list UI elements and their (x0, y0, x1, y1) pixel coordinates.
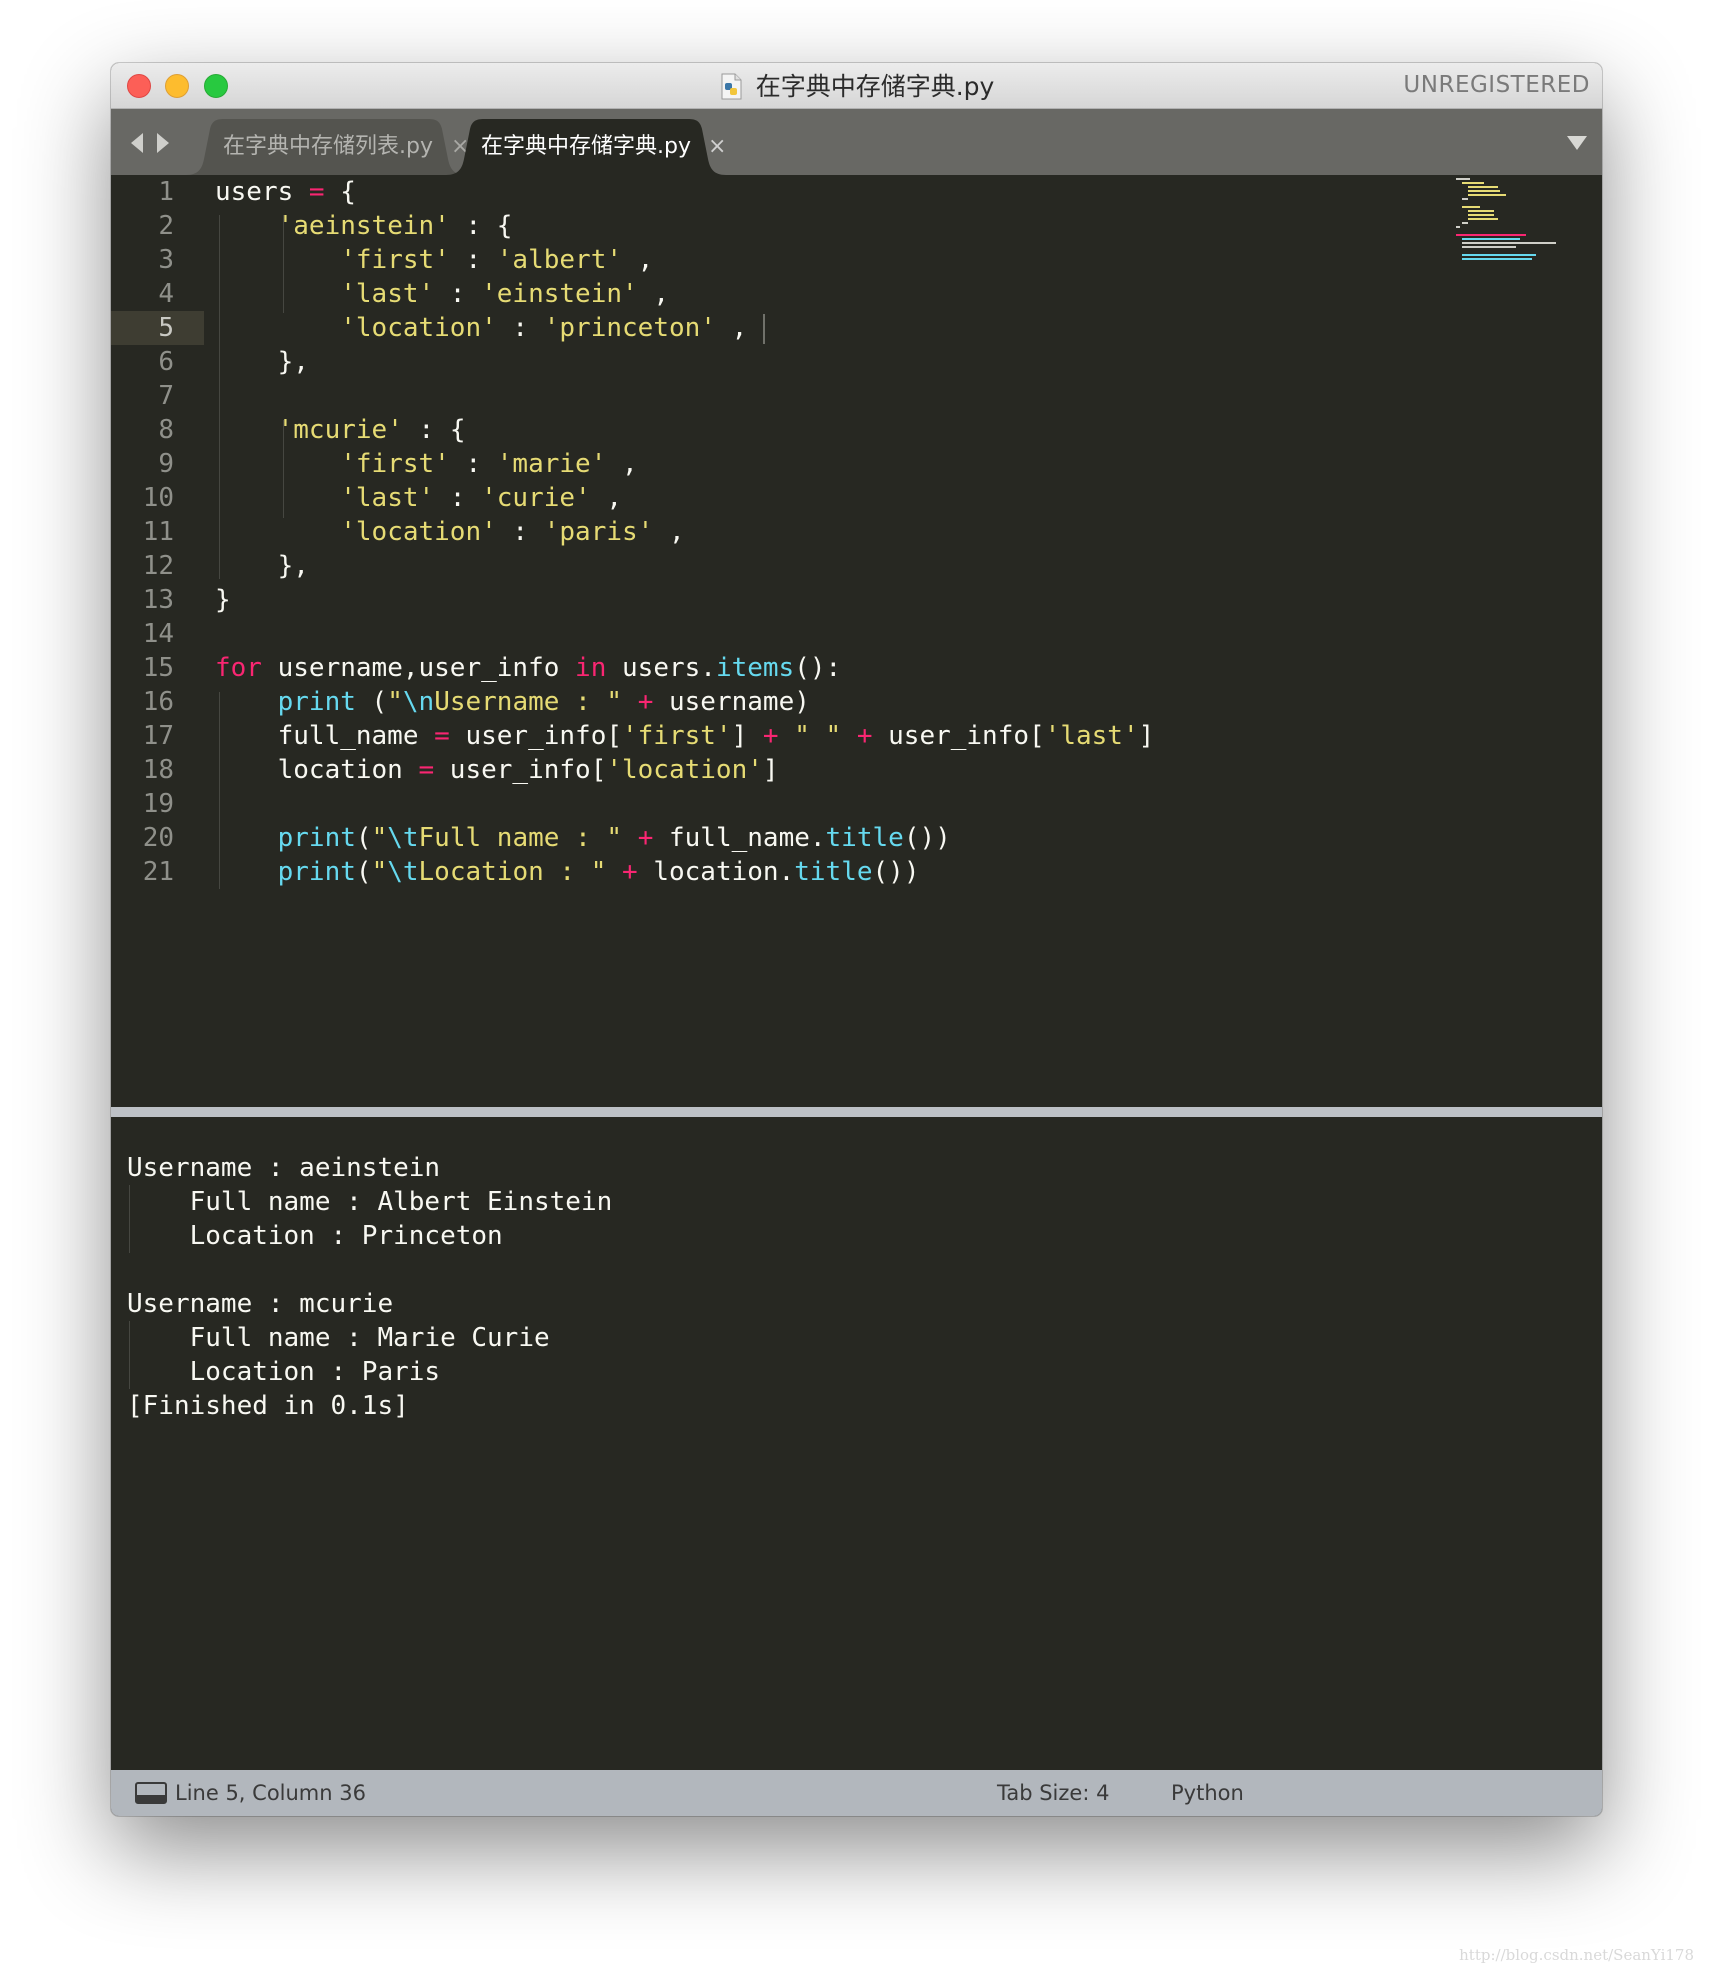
line-number-gutter: 1 2 3 4 5 6 7 8 9 10 11 12 13 14 15 16 17 18 19 20 21 (111, 175, 204, 1107)
unregistered-label: UNREGISTERED (1403, 72, 1590, 98)
code-line: 'location' : 'paris' , (340, 517, 685, 547)
line-number: 10 (142, 483, 174, 513)
line-number: 18 (142, 755, 174, 785)
status-bar: Line 5, Column 36 Tab Size: 4 Python (111, 1770, 1602, 1816)
line-number: 1 (158, 177, 174, 207)
watermark: http://blog.csdn.net/SeanYi178 (1459, 1946, 1694, 1964)
line-number: 16 (142, 687, 174, 717)
output-line: Full name : Albert Einstein (127, 1187, 613, 1217)
tab-close-icon[interactable]: × (708, 119, 726, 175)
code-line: 'last' : 'einstein' , (340, 279, 669, 309)
line-number: 11 (142, 517, 174, 547)
tab-nav-arrows (131, 133, 169, 153)
tab-label: 在字典中存储列表.py (223, 134, 433, 159)
line-number: 3 (158, 245, 174, 275)
code-line: print("\tLocation : " + location.title()… (277, 857, 920, 887)
code-line: 'last' : 'curie' , (340, 483, 623, 513)
code-line: print("\tFull name : " + full_name.title… (277, 823, 951, 853)
cursor-position: Line 5, Column 36 (175, 1781, 366, 1805)
code-line: 'first' : 'marie' , (340, 449, 638, 479)
title-bar[interactable]: 在字典中存储字典.py UNREGISTERED (111, 63, 1602, 109)
line-number: 21 (142, 857, 174, 887)
line-number: 20 (142, 823, 174, 853)
panel-splitter[interactable] (111, 1107, 1602, 1117)
line-number: 19 (142, 789, 174, 819)
output-line: Location : Princeton (127, 1221, 503, 1251)
arrow-right-icon[interactable] (157, 133, 169, 153)
line-number: 5 (111, 311, 204, 345)
line-number: 12 (142, 551, 174, 581)
output-line: Username : aeinstein (127, 1153, 441, 1183)
syntax-selector[interactable]: Python (1171, 1770, 1244, 1816)
line-number: 14 (142, 619, 174, 649)
window-title: 在字典中存储字典.py (755, 72, 995, 101)
line-number: 17 (142, 721, 174, 751)
code-line: 'location' : 'princeton' , (340, 313, 765, 344)
code-area[interactable]: users = { 'aeinstein' : { 'first' : 'alb… (215, 175, 1602, 889)
line-number: 9 (158, 449, 174, 479)
window-title-area: 在字典中存储字典.py (111, 63, 1602, 108)
code-line: print ("\nUsername : " + username) (277, 687, 810, 717)
text-cursor (762, 313, 765, 344)
line-number: 6 (158, 347, 174, 377)
arrow-left-icon[interactable] (131, 133, 143, 153)
line-number: 13 (142, 585, 174, 615)
tab-bar: 在字典中存储列表.py × 在字典中存储字典.py × (111, 109, 1602, 175)
code-line: } (215, 585, 231, 615)
tab-label: 在字典中存储字典.py (481, 134, 691, 159)
panel-toggle-icon[interactable] (135, 1782, 167, 1804)
code-line: users = { (215, 177, 356, 207)
output-line: Full name : Marie Curie (127, 1323, 550, 1353)
code-line: for username,user_info in users.items(): (215, 653, 842, 683)
output-line: Location : Paris (127, 1357, 441, 1387)
line-number: 2 (158, 211, 174, 241)
code-line: 'aeinstein' : { (277, 211, 513, 241)
minimap[interactable] (1454, 175, 1584, 265)
output-line: [Finished in 0.1s] (127, 1391, 409, 1421)
build-output-panel[interactable]: Username : aeinstein Full name : Albert … (116, 1117, 1597, 1770)
line-number: 7 (158, 381, 174, 411)
editor-window: 在字典中存储字典.py UNREGISTERED 在字典中存储列表.py × 在… (111, 63, 1602, 1816)
output-text: Username : aeinstein Full name : Albert … (127, 1151, 612, 1423)
tab-list-file[interactable]: 在字典中存储列表.py × (186, 119, 469, 175)
line-number: 4 (158, 279, 174, 309)
line-number: 15 (142, 653, 174, 683)
output-line: Username : mcurie (127, 1289, 394, 1319)
tab-size-selector[interactable]: Tab Size: 4 (997, 1770, 1109, 1816)
triangle-down-icon[interactable] (1566, 135, 1588, 151)
line-number: 8 (158, 415, 174, 445)
code-line: 'mcurie' : { (277, 415, 466, 445)
code-line: }, (215, 347, 309, 377)
code-line: location = user_info['location'] (215, 755, 779, 785)
code-editor[interactable]: 1 2 3 4 5 6 7 8 9 10 11 12 13 14 15 16 17 18 19 20 21 users … (111, 175, 1602, 1107)
code-line: full_name = user_info['first'] + " " + u… (215, 721, 1155, 751)
python-file-icon (721, 73, 742, 100)
tab-dict-file[interactable]: 在字典中存储字典.py × (446, 119, 726, 175)
code-line: 'first' : 'albert' , (340, 245, 654, 275)
code-line: }, (215, 551, 309, 581)
